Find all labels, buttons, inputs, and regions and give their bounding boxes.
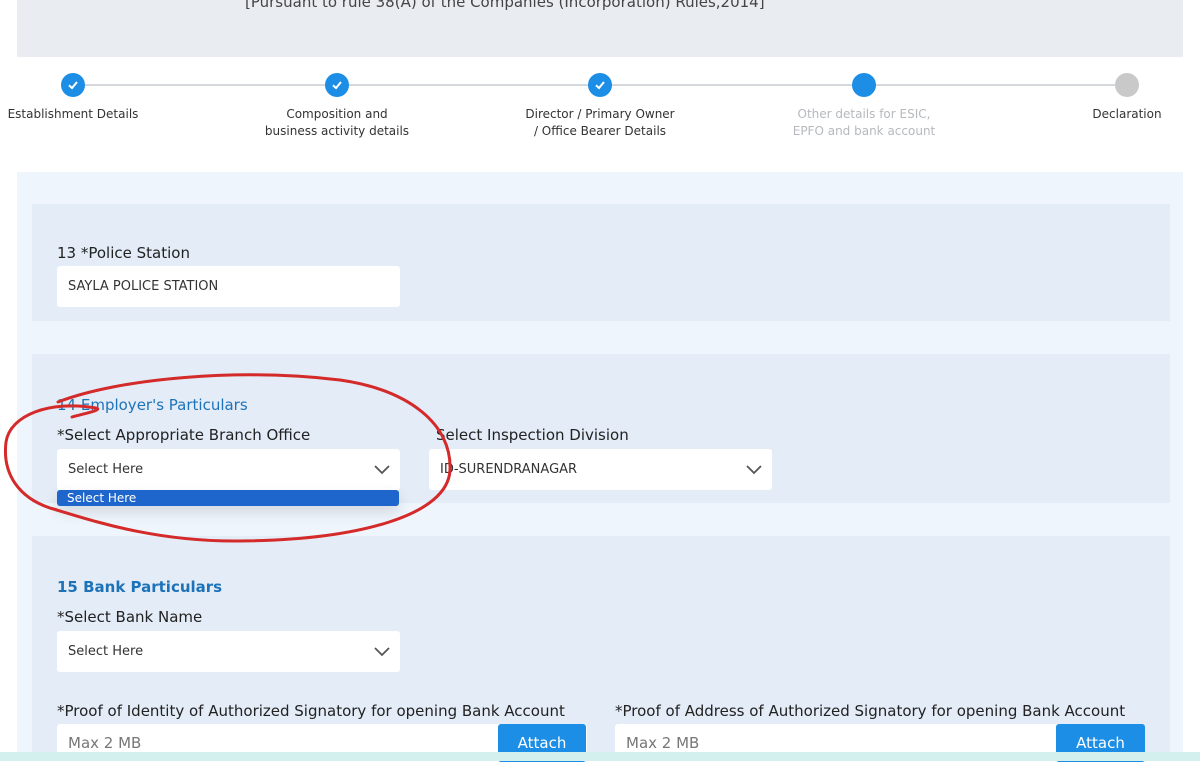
address-proof-label: *Proof of Address of Authorized Signator… bbox=[615, 702, 1126, 720]
police-station-value: SAYLA POLICE STATION bbox=[68, 279, 219, 294]
bottom-strip bbox=[0, 752, 1200, 761]
progress-stepper: Establishment Details Composition and bu… bbox=[0, 60, 1200, 170]
identity-proof-label: *Proof of Identity of Authorized Signato… bbox=[57, 702, 565, 720]
inspection-division-select[interactable]: ID-SURENDRANAGAR bbox=[429, 449, 772, 490]
header-banner: [Pursuant to rule 38(A) of the Companies… bbox=[17, 0, 1183, 57]
chevron-down-icon bbox=[374, 646, 390, 656]
bank-section-title: 15 Bank Particulars bbox=[57, 578, 223, 596]
inspection-division-value: ID-SURENDRANAGAR bbox=[440, 462, 578, 477]
branch-office-option[interactable]: Select Here bbox=[57, 490, 399, 506]
bank-name-value: Select Here bbox=[68, 644, 144, 659]
stepper-line-remaining bbox=[864, 84, 1126, 86]
identity-proof-placeholder: Max 2 MB bbox=[68, 734, 142, 752]
step-1-label: Establishment Details bbox=[7, 107, 139, 121]
address-proof-placeholder: Max 2 MB bbox=[626, 734, 700, 752]
step-5-label: Declaration bbox=[1092, 107, 1162, 121]
bank-name-label: *Select Bank Name bbox=[57, 608, 203, 626]
step-2-check-icon[interactable] bbox=[325, 73, 349, 97]
branch-office-select[interactable]: Select Here bbox=[57, 449, 400, 490]
bank-name-select[interactable]: Select Here bbox=[57, 631, 400, 672]
rule-text: [Pursuant to rule 38(A) of the Companies… bbox=[245, 0, 765, 11]
inspection-division-label: Select Inspection Division bbox=[436, 426, 629, 444]
police-station-input[interactable]: SAYLA POLICE STATION bbox=[57, 266, 400, 307]
employer-section-title: 14 Employer's Particulars bbox=[57, 396, 248, 414]
stepper-line-complete bbox=[74, 84, 864, 86]
step-4-label: Other details for ESIC, EPFO and bank ac… bbox=[792, 107, 936, 138]
chevron-down-icon bbox=[746, 464, 762, 474]
step-2-label: Composition and business activity detail… bbox=[264, 107, 410, 138]
step-5-pending-icon[interactable] bbox=[1115, 73, 1139, 97]
step-1-check-icon[interactable] bbox=[61, 73, 85, 97]
step-4-active-icon[interactable] bbox=[852, 73, 876, 97]
step-3-check-icon[interactable] bbox=[588, 73, 612, 97]
branch-office-label: *Select Appropriate Branch Office bbox=[57, 426, 311, 444]
police-station-label: 13 *Police Station bbox=[57, 244, 190, 262]
branch-office-value: Select Here bbox=[68, 462, 144, 477]
chevron-down-icon bbox=[374, 464, 390, 474]
step-3-label: Director / Primary Owner / Office Bearer… bbox=[525, 107, 675, 138]
